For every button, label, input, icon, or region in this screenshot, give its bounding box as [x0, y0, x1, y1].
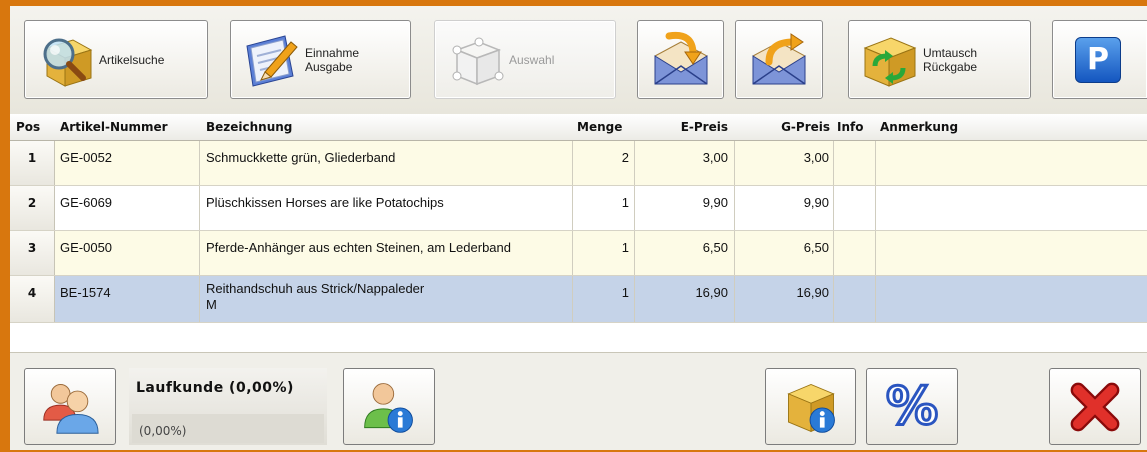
customer-name: Laufkunde (0,00%)	[136, 380, 294, 396]
cell-e-preis: 6,50	[702, 240, 728, 255]
cell-artikel-nummer: GE-0050	[60, 240, 113, 255]
table-row[interactable]: 3 GE-0050 Pferde-Anhänger aus echten Ste…	[10, 231, 1147, 276]
artikelsuche-label: Artikelsuche	[99, 52, 165, 67]
selection-box-icon	[452, 37, 504, 85]
cell-bezeichnung: Reithandschuh aus Strick/Nappaleder	[206, 281, 425, 296]
box-info-icon	[786, 383, 835, 433]
row-pos: 2	[10, 186, 55, 230]
parking-icon: P	[1075, 36, 1121, 83]
auswahl-button[interactable]: Auswahl	[434, 20, 616, 99]
customer-select-button[interactable]	[24, 368, 116, 445]
parking-letter: P	[1087, 41, 1109, 77]
article-info-button[interactable]	[765, 368, 856, 445]
cell-g-preis: 6,50	[803, 240, 829, 255]
col-header-info[interactable]: Info	[837, 120, 863, 134]
row-pos: 4	[10, 276, 55, 322]
cell-menge: 1	[621, 195, 629, 210]
cell-artikel-nummer: GE-6069	[60, 195, 113, 210]
table-row[interactable]: 2 GE-6069 Plüschkissen Horses are like P…	[10, 186, 1147, 231]
table-header: Pos Artikel-Nummer Bezeichnung Menge E-P…	[10, 114, 1147, 141]
rueckgabe-text: Rückgabe	[923, 59, 978, 74]
table-row[interactable]: 1 GE-0052 Schmuckkette grün, Gliederband…	[10, 141, 1147, 186]
customer-info-button[interactable]	[343, 368, 435, 445]
cell-g-preis: 3,00	[803, 150, 829, 165]
customer-panel: Laufkunde (0,00%) (0,00%)	[129, 368, 327, 445]
close-icon	[1070, 382, 1120, 431]
window-frame: Artikelsuche Einnahme Ausgabe Auswahl Um…	[0, 0, 1147, 452]
cell-menge: 2	[621, 150, 629, 165]
cell-g-preis: 16,90	[796, 285, 829, 300]
customer-discount: (0,00%)	[139, 424, 187, 438]
row-pos-text: 2	[27, 196, 37, 210]
cell-bezeichnung: Plüschkissen Horses are like Potatochips	[206, 195, 444, 210]
col-header-g-preis[interactable]: G-Preis	[736, 120, 830, 134]
col-header-menge[interactable]: Menge	[577, 120, 622, 134]
einnahme-text: Einnahme	[305, 45, 360, 60]
cell-artikel-nummer: GE-0052	[60, 150, 113, 165]
cell-e-preis: 3,00	[702, 150, 728, 165]
cell-e-preis: 9,90	[702, 195, 728, 210]
toolbar: Artikelsuche Einnahme Ausgabe Auswahl Um…	[10, 6, 1147, 115]
col-header-pos[interactable]: Pos	[16, 120, 40, 134]
envelope-in-icon	[654, 31, 707, 85]
cell-artikel-nummer: BE-1574	[60, 285, 111, 300]
row-pos-text: 3	[27, 241, 37, 255]
user-info-icon	[364, 382, 413, 433]
umtausch-rueckgabe-label: Umtausch Rückgabe	[923, 46, 977, 74]
percent-icon: %	[884, 376, 939, 437]
ausgabe-text: Ausgabe	[305, 59, 353, 74]
col-header-anmerkung[interactable]: Anmerkung	[880, 120, 958, 134]
pen-document-icon	[246, 34, 298, 87]
einnahme-ausgabe-label: Einnahme Ausgabe	[305, 46, 359, 74]
cell-bezeichnung-variant: M	[206, 297, 217, 312]
row-pos-text: 4	[27, 286, 37, 300]
cell-bezeichnung: Schmuckkette grün, Gliederband	[206, 150, 396, 165]
mail-out-button[interactable]	[735, 20, 823, 99]
users-icon	[43, 383, 99, 434]
parking-button[interactable]: P	[1052, 20, 1147, 99]
table-row-selected[interactable]: 4 BE-1574 Reithandschuh aus Strick/Nappa…	[10, 276, 1147, 323]
auswahl-label: Auswahl	[509, 52, 555, 67]
exchange-box-icon	[863, 36, 917, 87]
bottom-bar: Laufkunde (0,00%) (0,00%) %	[10, 352, 1147, 450]
cancel-button[interactable]	[1049, 368, 1141, 445]
einnahme-ausgabe-button[interactable]: Einnahme Ausgabe	[230, 20, 411, 99]
umtausch-rueckgabe-button[interactable]: Umtausch Rückgabe	[848, 20, 1031, 99]
col-header-e-preis[interactable]: E-Preis	[638, 120, 728, 134]
col-header-bezeichnung[interactable]: Bezeichnung	[206, 120, 292, 134]
mail-in-button[interactable]	[637, 20, 724, 99]
row-pos-text: 1	[27, 151, 37, 165]
cell-bezeichnung: Pferde-Anhänger aus echten Steinen, am L…	[206, 240, 511, 255]
row-pos: 1	[10, 141, 55, 185]
search-box-icon	[43, 38, 93, 87]
col-header-artikel-nummer[interactable]: Artikel-Nummer	[60, 120, 168, 134]
cell-g-preis: 9,90	[803, 195, 829, 210]
discount-button[interactable]: %	[866, 368, 958, 445]
envelope-out-icon	[752, 32, 806, 85]
cell-menge: 1	[621, 285, 629, 300]
cell-menge: 1	[621, 240, 629, 255]
umtausch-text: Umtausch	[923, 45, 978, 60]
cell-e-preis: 16,90	[695, 285, 728, 300]
artikelsuche-button[interactable]: Artikelsuche	[24, 20, 208, 99]
article-table: Pos Artikel-Nummer Bezeichnung Menge E-P…	[10, 114, 1147, 348]
row-pos: 3	[10, 231, 55, 275]
